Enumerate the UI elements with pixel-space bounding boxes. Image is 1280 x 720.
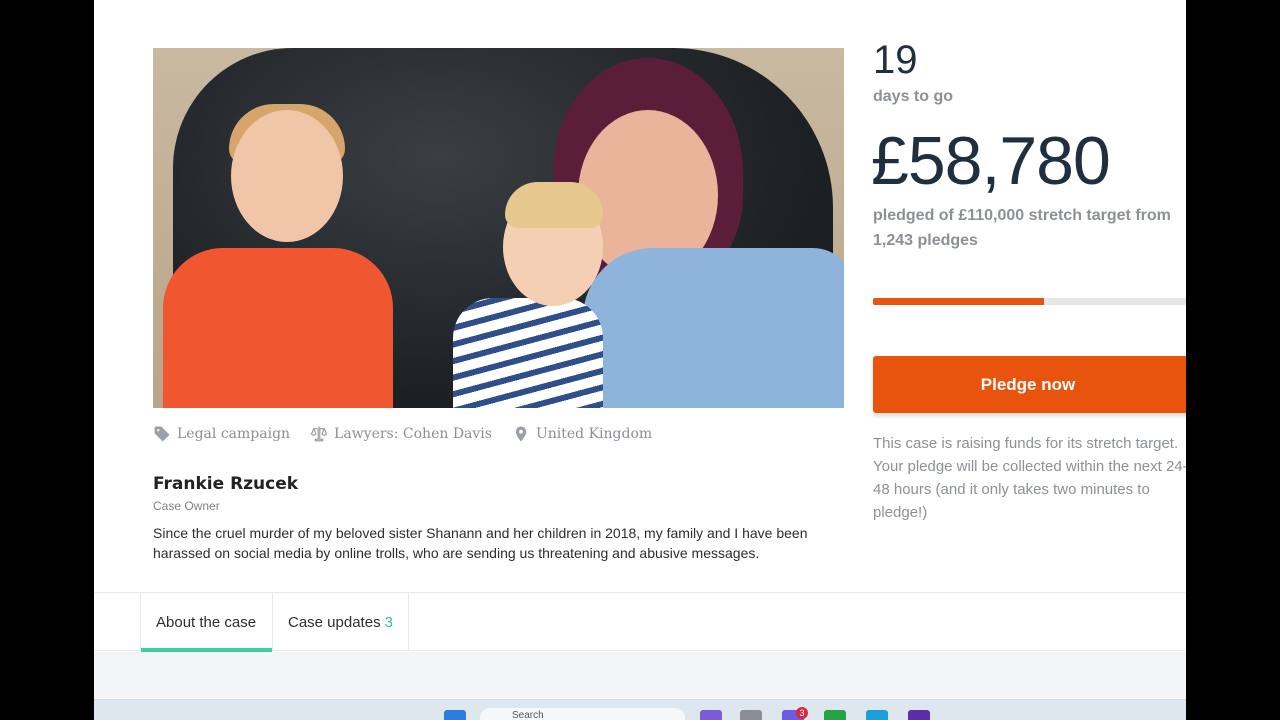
os-taskbar: Search 3	[94, 700, 1186, 720]
case-owner-name[interactable]: Frankie Rzucek	[153, 474, 298, 494]
campaign-page: Legal campaign Lawyers: Cohen Davis Unit…	[94, 0, 1186, 700]
whatsapp-icon[interactable]	[824, 710, 846, 720]
amount-raised: £58,780	[871, 123, 1111, 199]
meta-category[interactable]: Legal campaign	[153, 425, 290, 443]
days-left-count: 19	[873, 38, 918, 82]
copilot-icon[interactable]	[700, 710, 722, 720]
tab-about-label: About the case	[156, 613, 257, 631]
meta-category-label: Legal campaign	[177, 426, 291, 442]
tab-updates-label: Case updates	[288, 613, 381, 631]
funding-progress-fill	[873, 298, 1044, 305]
edge-browser-icon[interactable]	[866, 710, 888, 720]
tab-updates-count: 3	[384, 613, 393, 631]
notification-badge: 3	[796, 707, 808, 719]
tag-icon	[154, 426, 170, 442]
campaign-photo	[153, 48, 844, 408]
taskbar-search[interactable]: Search	[480, 708, 685, 720]
tab-about-the-case[interactable]: About the case	[140, 593, 273, 652]
pledge-now-button[interactable]: Pledge now	[873, 356, 1186, 413]
pledge-note: This case is raising funds for its stret…	[873, 435, 1186, 521]
meta-lawyers[interactable]: Lawyers: Cohen Davis	[310, 425, 492, 443]
funding-progress-bar	[873, 298, 1186, 305]
start-icon[interactable]	[444, 710, 466, 720]
photo-girl-shirt	[163, 248, 393, 408]
meta-location-label: United Kingdom	[535, 426, 653, 442]
photo-girl-face	[231, 110, 343, 242]
content-area-below-tabs	[94, 652, 1186, 700]
photo-woman-shirt	[583, 248, 844, 408]
case-tabs: About the case Case updates 3	[94, 592, 1186, 652]
photo-toddler-shirt	[453, 298, 603, 408]
location-pin-icon	[515, 426, 527, 442]
days-left-label: days to go	[873, 88, 954, 105]
campaign-description: Since the cruel murder of my beloved sis…	[153, 525, 808, 561]
pledged-summary: pledged of £110,000 stretch target from …	[873, 207, 1171, 249]
file-explorer-icon[interactable]	[740, 710, 762, 720]
taskbar-search-placeholder: Search	[512, 710, 544, 720]
tab-case-updates[interactable]: Case updates 3	[273, 593, 409, 651]
video-app-icon[interactable]	[908, 710, 930, 720]
photo-toddler-hair	[505, 182, 603, 228]
scales-icon	[310, 426, 328, 442]
case-owner-role: Case Owner	[153, 499, 220, 513]
campaign-meta: Legal campaign Lawyers: Cohen Davis Unit…	[153, 425, 652, 443]
meta-lawyers-label: Lawyers: Cohen Davis	[334, 426, 492, 442]
meta-location[interactable]: United Kingdom	[512, 425, 652, 443]
